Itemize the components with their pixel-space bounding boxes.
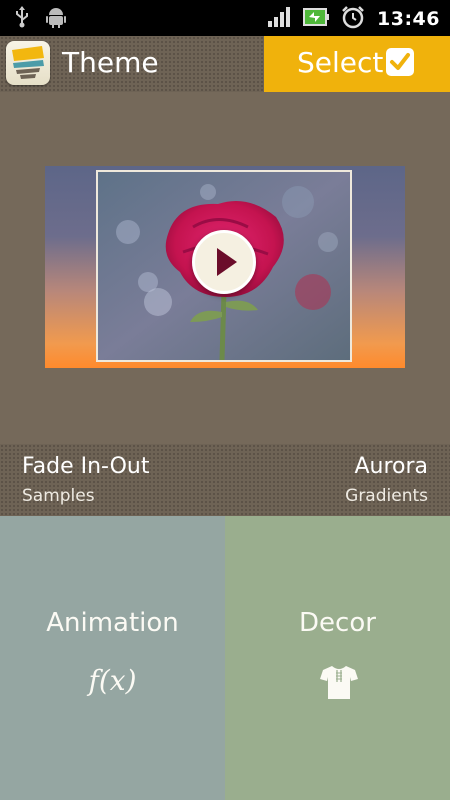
theme-app-icon[interactable] xyxy=(6,41,50,85)
play-icon xyxy=(217,248,237,276)
android-debug-icon xyxy=(46,6,66,32)
theme-category: Gradients xyxy=(345,486,428,506)
tshirt-icon xyxy=(319,664,359,700)
status-bar: 13:46 xyxy=(0,0,450,36)
clock-time: 13:46 xyxy=(377,8,440,30)
animation-label: Animation xyxy=(46,608,179,638)
select-label: Select xyxy=(297,46,384,79)
decor-label: Decor xyxy=(299,608,376,638)
page-title: Theme xyxy=(62,46,159,79)
transition-name[interactable]: Fade In-Out xyxy=(22,454,149,479)
alarm-icon xyxy=(341,5,365,33)
checkmark-icon xyxy=(386,48,414,76)
theme-preview xyxy=(0,92,450,444)
animation-panel[interactable]: Animation f(x) xyxy=(0,516,225,800)
play-button[interactable] xyxy=(192,230,256,294)
decor-panel[interactable]: Decor xyxy=(225,516,450,800)
usb-icon xyxy=(14,6,30,32)
fx-icon: f(x) xyxy=(88,664,137,697)
battery-icon xyxy=(303,7,330,31)
theme-name[interactable]: Aurora xyxy=(354,454,428,479)
title-bar: Theme Select xyxy=(0,36,450,92)
preview-video[interactable] xyxy=(96,170,352,362)
transition-category: Samples xyxy=(22,486,95,506)
select-button[interactable]: Select xyxy=(264,36,450,92)
theme-info-bar: Fade In-Out Samples Aurora Gradients xyxy=(0,444,450,516)
signal-icon xyxy=(267,6,291,32)
